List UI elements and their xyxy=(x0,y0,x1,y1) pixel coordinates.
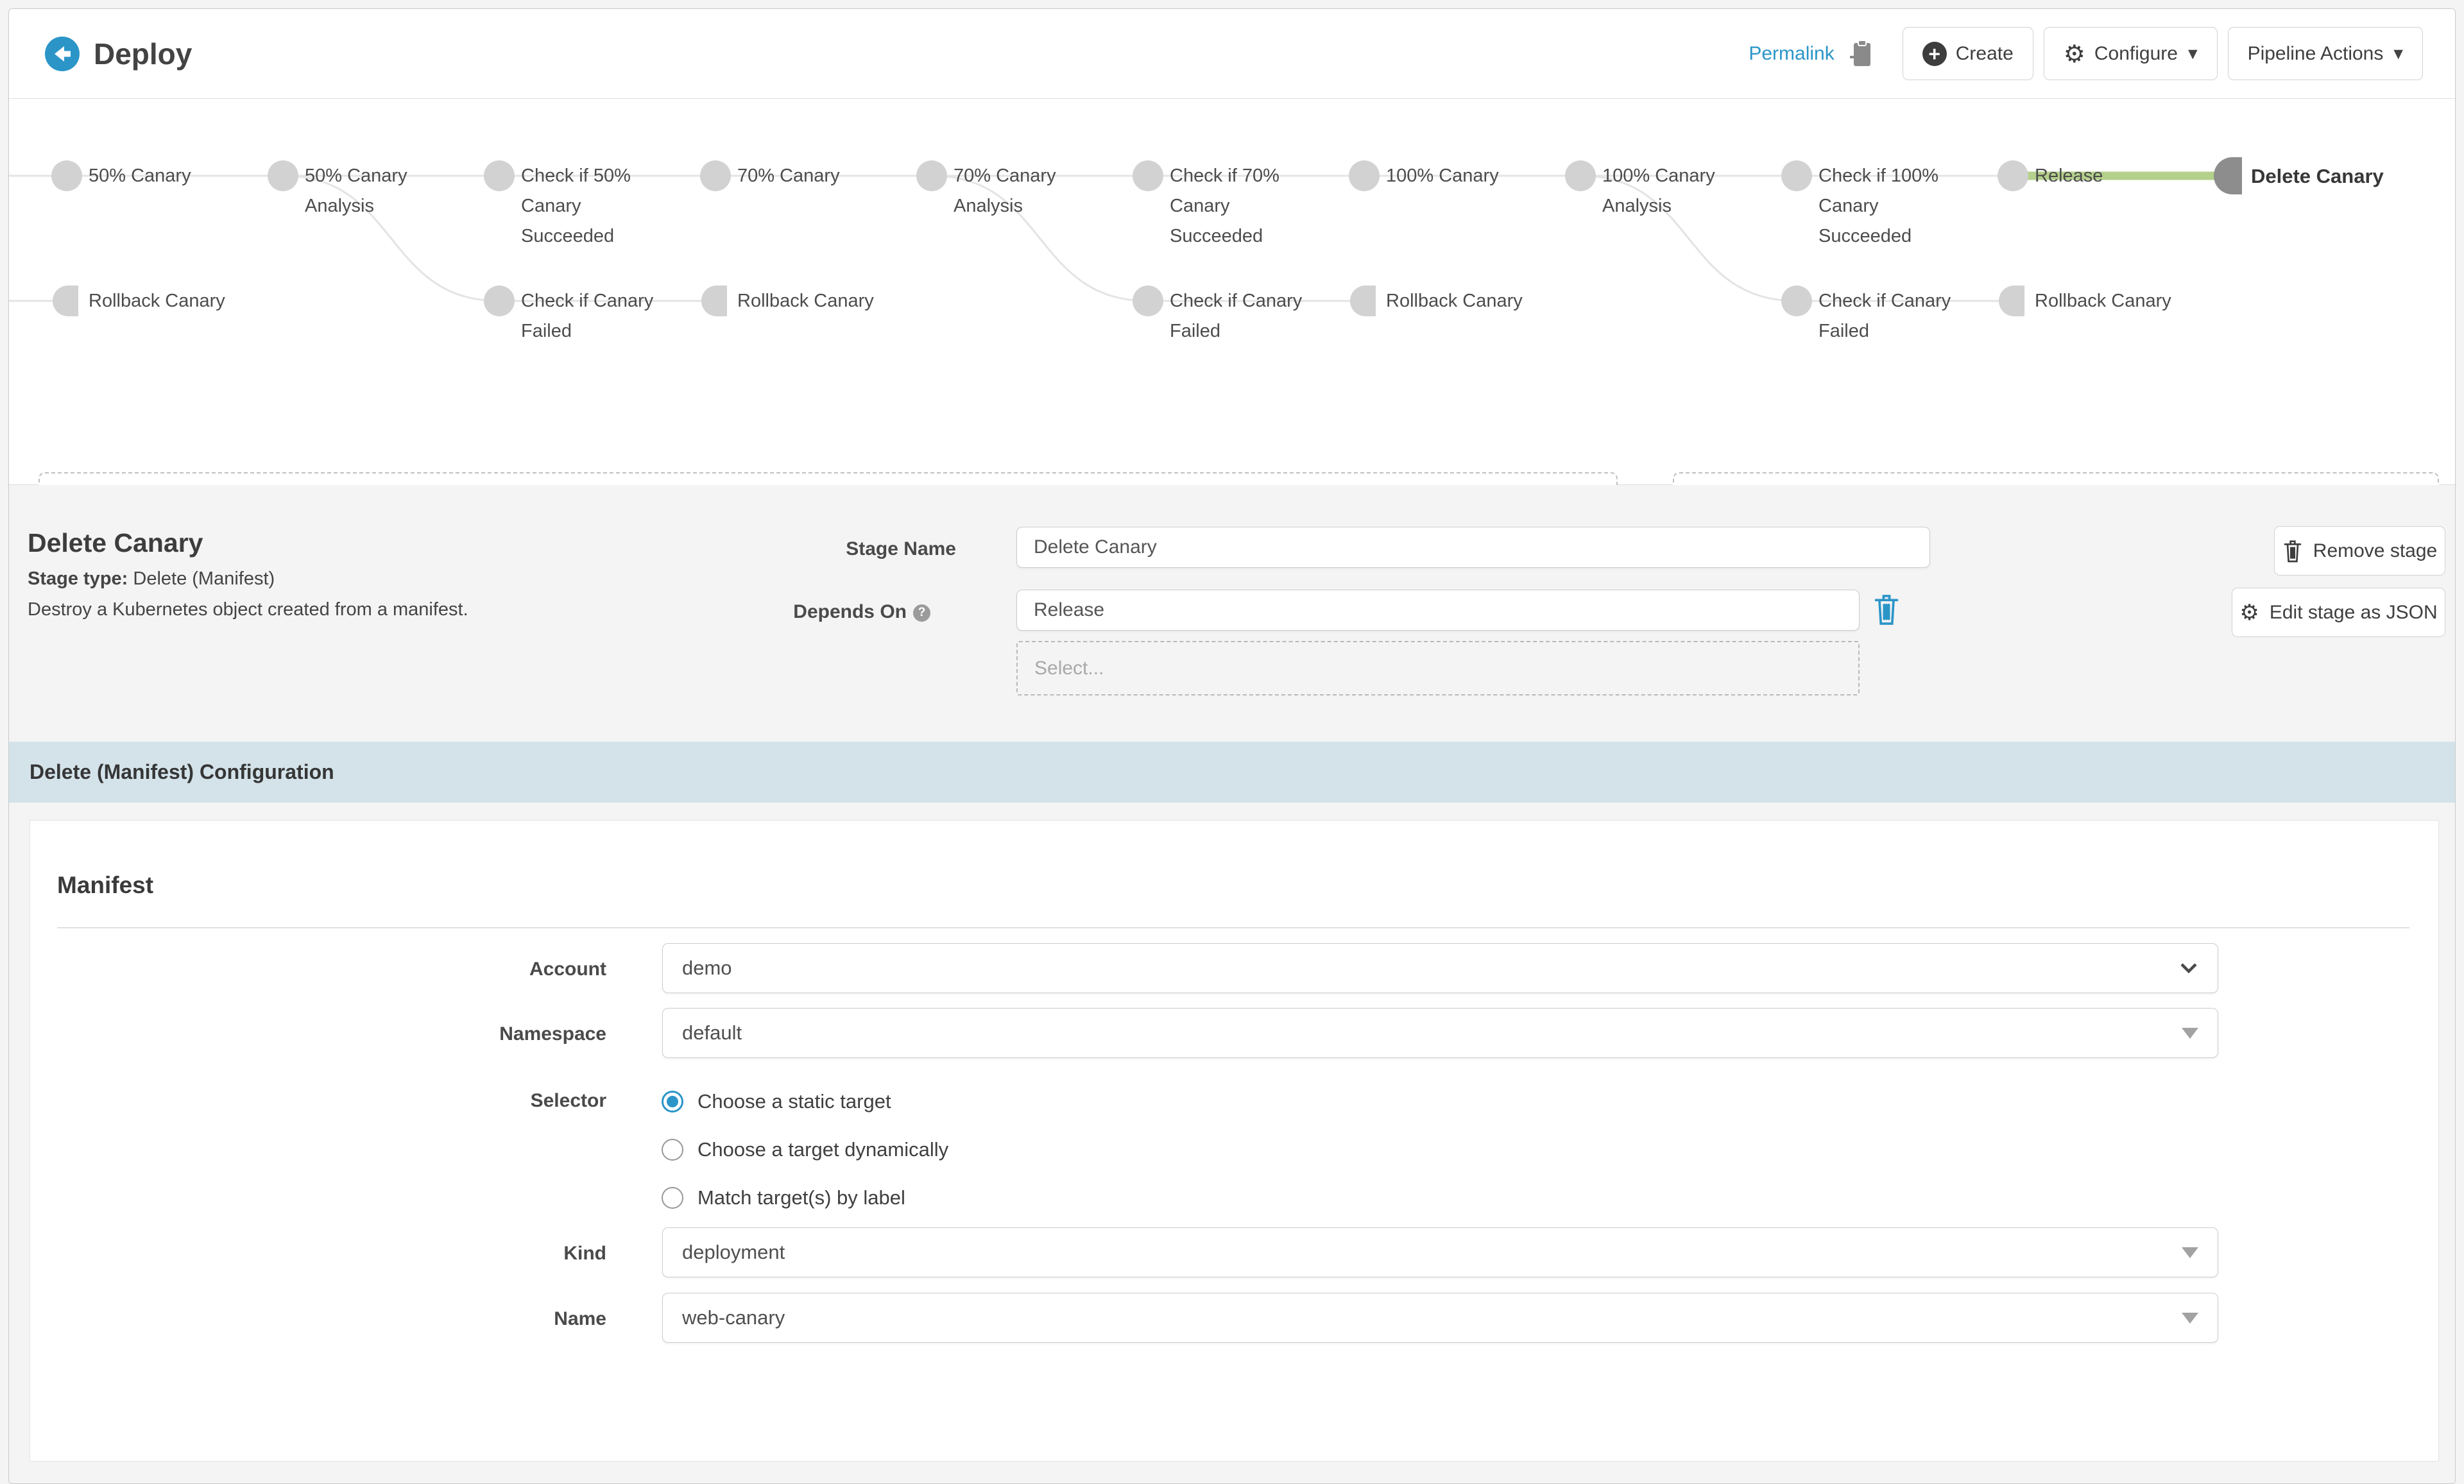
header: Deploy Permalink + Create ⚙ Configure ▼ xyxy=(9,9,2455,99)
clipboard-icon[interactable] xyxy=(1849,39,1874,69)
caret-down-icon xyxy=(2182,1028,2198,1039)
stage-node-canary-70[interactable] xyxy=(700,160,731,191)
stage-node-label[interactable]: Check if Canary Failed xyxy=(1818,286,1967,346)
create-button[interactable]: + Create xyxy=(1903,27,2033,80)
pipeline-graph: 50% Canary 50% Canary Analysis Check if 50… xyxy=(9,99,2456,485)
chevron-down-icon: ▼ xyxy=(2393,47,2403,61)
permalink-link[interactable]: Permalink xyxy=(1749,43,1834,65)
radio-selected[interactable] xyxy=(662,1091,683,1113)
stage-details-section: Delete Canary Stage type: Delete (Manife… xyxy=(9,485,2455,742)
plus-circle-icon: + xyxy=(1922,42,1947,66)
help-icon[interactable]: ? xyxy=(913,604,930,622)
stage-node-release[interactable] xyxy=(1998,160,2028,191)
stage-node-check-100[interactable] xyxy=(1781,160,1812,191)
stage-node-rollback-2[interactable] xyxy=(701,286,727,316)
stage-node-label[interactable]: Check if Canary Failed xyxy=(1170,286,1319,346)
stage-node-analysis-50[interactable] xyxy=(268,160,298,191)
stage-node-label[interactable]: Check if Canary Failed xyxy=(521,286,670,346)
account-select[interactable]: demo xyxy=(662,943,2218,993)
config-section-header[interactable]: Delete (Manifest) Configuration xyxy=(9,742,2455,803)
stage-node-label[interactable]: 70% Canary Analysis xyxy=(954,161,1102,221)
stage-node-label[interactable]: Rollback Canary xyxy=(89,286,237,316)
config-section-body: Manifest Account demo Namespace default … xyxy=(9,803,2455,1484)
stage-node-label[interactable]: Delete Canary xyxy=(2251,161,2456,191)
chevron-down-icon xyxy=(2179,962,2198,975)
stage-node-canary-50[interactable] xyxy=(51,160,82,191)
page-title: Deploy xyxy=(94,37,192,71)
selector-option-label[interactable]: Choose a target dynamically xyxy=(697,1138,948,1161)
stage-node-check-failed-1[interactable] xyxy=(484,286,515,316)
trash-icon[interactable] xyxy=(1872,593,1901,626)
edit-stage-json-button[interactable]: ⚙ Edit stage as JSON xyxy=(2232,588,2445,637)
stage-node-label[interactable]: Rollback Canary xyxy=(2035,286,2184,316)
namespace-select[interactable]: default xyxy=(662,1008,2218,1058)
radio-unselected[interactable] xyxy=(662,1187,683,1209)
stage-name-input[interactable]: Delete Canary xyxy=(1016,527,1930,568)
selector-label: Selector xyxy=(55,1090,606,1112)
stage-node-label[interactable]: 100% Canary xyxy=(1386,161,1535,191)
stage-node-label[interactable]: 50% Canary xyxy=(89,161,237,191)
stage-node-rollback-1[interactable] xyxy=(53,286,78,316)
stage-node-label[interactable]: 70% Canary xyxy=(737,161,886,191)
stage-description: Destroy a Kubernetes object created from… xyxy=(28,599,468,620)
stage-node-rollback-4[interactable] xyxy=(1999,286,2024,316)
selector-option-row: Choose a target dynamically xyxy=(662,1138,948,1161)
pipeline-config-panel: Deploy Permalink + Create ⚙ Configure ▼ xyxy=(8,8,2456,1484)
caret-down-icon xyxy=(2182,1247,2198,1258)
selector-option-row: Match target(s) by label xyxy=(662,1186,905,1209)
caret-down-icon xyxy=(2182,1313,2198,1324)
stage-node-label[interactable]: Check if 70% Canary Succeeded xyxy=(1170,161,1319,252)
manifest-heading: Manifest xyxy=(57,872,153,899)
stage-node-label[interactable]: 100% Canary Analysis xyxy=(1602,161,1751,221)
stage-type: Stage type: Delete (Manifest) xyxy=(28,568,275,590)
gear-icon: ⚙ xyxy=(2064,42,2085,66)
stage-node-check-70[interactable] xyxy=(1133,160,1163,191)
remove-stage-button[interactable]: Remove stage xyxy=(2274,526,2445,576)
stage-node-label[interactable]: 50% Canary Analysis xyxy=(305,161,454,221)
depends-on-input[interactable]: Release xyxy=(1016,590,1860,631)
configure-button[interactable]: ⚙ Configure ▼ xyxy=(2044,27,2218,80)
gear-icon: ⚙ xyxy=(2239,602,2259,624)
account-label: Account xyxy=(55,959,606,980)
divider xyxy=(57,927,2409,928)
kind-label: Kind xyxy=(55,1243,606,1265)
manifest-card: Manifest Account demo Namespace default … xyxy=(30,820,2439,1462)
stage-name-label: Stage Name xyxy=(699,538,956,560)
namespace-label: Namespace xyxy=(55,1023,606,1045)
stage-node-label[interactable]: Rollback Canary xyxy=(1386,286,1535,316)
stage-node-check-50[interactable] xyxy=(484,160,515,191)
stage-node-check-failed-3[interactable] xyxy=(1781,286,1812,316)
kind-select[interactable]: deployment xyxy=(662,1227,2218,1277)
radio-unselected[interactable] xyxy=(662,1139,683,1161)
selector-option-label[interactable]: Choose a static target xyxy=(697,1090,891,1113)
name-select[interactable]: web-canary xyxy=(662,1293,2218,1343)
stage-node-label[interactable]: Check if 100% Canary Succeeded xyxy=(1818,161,1967,252)
stage-node-analysis-70[interactable] xyxy=(916,160,947,191)
stage-node-rollback-3[interactable] xyxy=(1350,286,1376,316)
stage-node-check-failed-2[interactable] xyxy=(1133,286,1163,316)
stage-title: Delete Canary xyxy=(28,528,203,558)
stage-node-label[interactable]: Check if 50% Canary Succeeded xyxy=(521,161,670,252)
depends-on-select[interactable]: Select... xyxy=(1016,641,1860,695)
name-label: Name xyxy=(55,1308,606,1330)
stage-node-canary-100[interactable] xyxy=(1349,160,1380,191)
stage-node-label[interactable]: Release xyxy=(2035,161,2184,191)
trash-icon xyxy=(2282,539,2303,563)
selector-option-row: Choose a static target xyxy=(662,1090,891,1113)
chevron-down-icon: ▼ xyxy=(2188,47,2198,61)
stage-node-label[interactable]: Rollback Canary xyxy=(737,286,886,316)
stage-node-analysis-100[interactable] xyxy=(1565,160,1596,191)
pipeline-actions-button[interactable]: Pipeline Actions ▼ xyxy=(2228,27,2423,80)
selector-option-label[interactable]: Match target(s) by label xyxy=(697,1186,905,1209)
back-arrow-icon[interactable] xyxy=(45,37,80,71)
depends-on-label: Depends On? xyxy=(674,601,930,623)
